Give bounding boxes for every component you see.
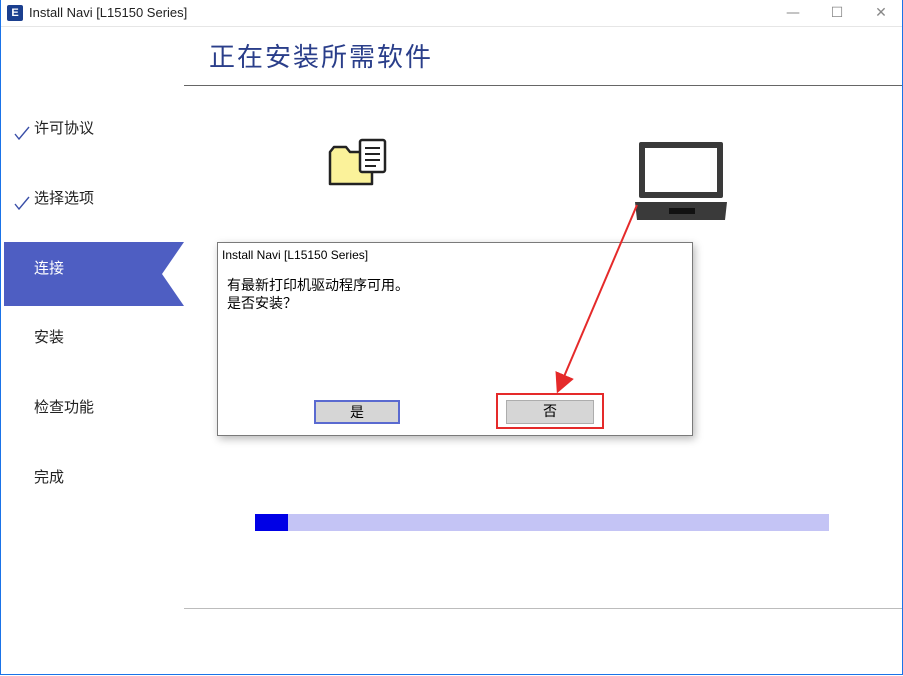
- bottom-divider: [184, 608, 902, 609]
- step-label: 选择选项: [34, 189, 95, 207]
- checkmark-icon: [14, 196, 30, 210]
- dialog-message-line1: 有最新打印机驱动程序可用。: [227, 278, 409, 294]
- title-divider: [184, 85, 902, 86]
- step-label: 许可协议: [34, 119, 95, 137]
- installer-window: E Install Navi [L15150 Series] — ☐ ✕ 正在安…: [0, 0, 903, 675]
- step-connection: 连接: [4, 242, 184, 306]
- maximize-button[interactable]: ☐: [815, 0, 859, 26]
- active-step-notch: [162, 242, 184, 306]
- dialog-message-line2: 是否安装？: [227, 296, 297, 312]
- step-check: 检查功能: [4, 397, 184, 461]
- page-title: 正在安装所需软件: [209, 43, 434, 73]
- app-icon: E: [7, 5, 23, 21]
- progress-fill: [255, 514, 288, 531]
- dialog-message: 有最新打印机驱动程序可用。 是否安装？: [227, 277, 409, 313]
- close-button[interactable]: ✕: [859, 0, 903, 26]
- step-label: 检查功能: [34, 398, 95, 416]
- checkmark-icon: [14, 126, 30, 140]
- driver-update-dialog: Install Navi [L15150 Series] 有最新打印机驱动程序可…: [217, 242, 693, 436]
- minimize-button[interactable]: —: [771, 0, 815, 26]
- yes-button[interactable]: 是: [314, 400, 400, 424]
- step-label: 完成: [34, 468, 65, 486]
- step-finish: 完成: [4, 467, 184, 531]
- step-sidebar: 许可协议 选择选项 连接 安装 检查功能 完成: [1, 90, 184, 610]
- no-button-highlight: [496, 393, 604, 429]
- step-install: 安装: [4, 327, 184, 391]
- step-label: 连接: [34, 259, 65, 277]
- install-progress-bar: [255, 514, 829, 531]
- folder-document-icon: [328, 138, 387, 186]
- step-license: 许可协议: [4, 118, 184, 182]
- dialog-title: Install Navi [L15150 Series]: [222, 248, 369, 262]
- title-bar[interactable]: E Install Navi [L15150 Series] — ☐ ✕: [1, 0, 902, 27]
- window-title: Install Navi [L15150 Series]: [29, 5, 188, 20]
- step-label: 安装: [34, 328, 65, 346]
- laptop-icon: [635, 142, 727, 220]
